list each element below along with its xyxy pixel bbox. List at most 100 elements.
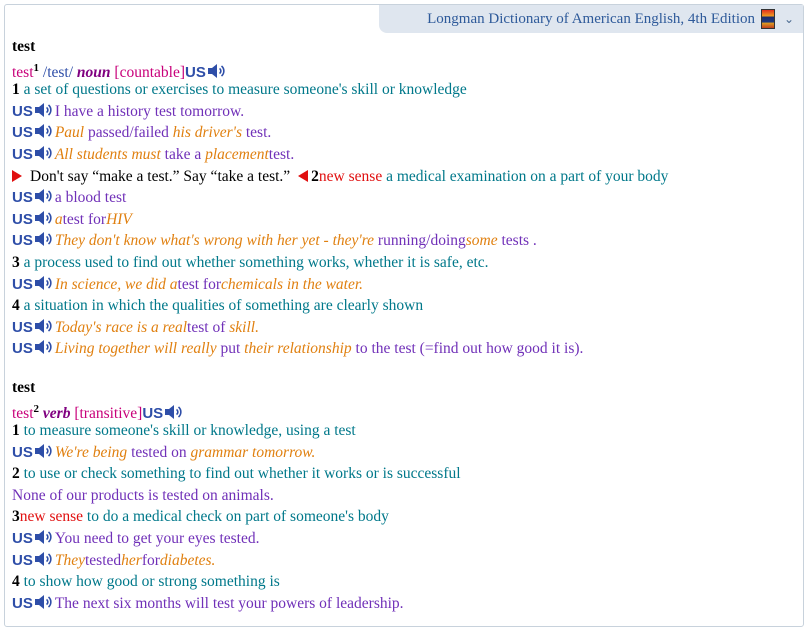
us-label: US <box>12 530 33 548</box>
us-label: US <box>12 232 33 250</box>
collocation: to the test (=find out how good it is). <box>351 340 584 358</box>
speaker-icon <box>34 210 52 225</box>
entry-word: test <box>12 404 34 422</box>
sense-definition: 1 a set of questions or exercises to mea… <box>12 79 802 101</box>
definition: to measure someone's skill or knowledge,… <box>23 422 356 440</box>
example-text: his driver's <box>172 124 242 142</box>
audio-us-button[interactable]: US <box>12 528 55 550</box>
collocation: test. <box>242 124 272 142</box>
collocation: tested <box>84 551 122 569</box>
example: US I have a history test tomorrow. <box>12 101 802 123</box>
example-text: their relationship <box>244 340 352 358</box>
audio-us-button[interactable]: US <box>12 274 55 296</box>
title-bar: Longman Dictionary of American English, … <box>379 5 803 33</box>
new-sense-label: new sense <box>318 167 383 185</box>
definition: a situation in which the qualities of so… <box>23 297 424 315</box>
speaker-icon <box>34 275 52 290</box>
example: US In science, we did atest forchemicals … <box>12 274 802 296</box>
speaker-icon <box>165 404 182 419</box>
chevron-down-icon[interactable]: ⌄ <box>781 11 797 27</box>
audio-us-button[interactable]: US <box>12 122 55 144</box>
collocation: test. <box>268 145 295 163</box>
audio-us-button[interactable]: US <box>12 593 55 615</box>
definition: a medical examination on a part of your … <box>382 167 669 185</box>
speaker-icon <box>34 232 52 247</box>
sense-number: 2 <box>311 167 319 185</box>
example-text: Living together will really <box>54 340 217 358</box>
speaker-icon <box>34 124 52 139</box>
example-text: They <box>54 551 85 569</box>
entry-headword: test <box>12 36 802 58</box>
us-label: US <box>12 210 33 228</box>
definition: a process used to find out whether somet… <box>23 253 489 271</box>
usage-note-line: Don't say “make a test.” Say “take a tes… <box>12 166 802 188</box>
dictionary-book-icon[interactable] <box>761 9 775 29</box>
speaker-icon <box>207 63 225 78</box>
audio-us-button[interactable]: US <box>12 442 55 464</box>
example: US Today's race is a realtest of skill. <box>12 317 802 339</box>
example-text: skill. <box>229 318 259 336</box>
definition: to do a medical check on part of someone… <box>83 508 389 526</box>
sense-definition: 2 to use or check something to find out … <box>12 463 802 485</box>
entry-header: test1 /test/ noun [countable]US <box>12 58 802 81</box>
example-text: Paul <box>54 124 85 142</box>
definition: to show how good or strong something is <box>23 573 280 591</box>
usage-note: Don't say “make a test.” Say “take a tes… <box>30 167 291 185</box>
us-label: US <box>12 594 33 612</box>
us-label: US <box>12 340 33 358</box>
example: US You need to get your eyes tested. <box>12 528 802 550</box>
entry-content: test test1 /test/ noun [countable]US 1 a… <box>12 36 802 614</box>
collocation: test for <box>177 275 221 293</box>
example: US The next six months will test your pow… <box>12 593 802 615</box>
us-label: US <box>12 275 33 293</box>
part-of-speech: verb <box>42 404 71 422</box>
speaker-icon <box>34 340 52 355</box>
audio-us-button[interactable]: US <box>12 338 55 360</box>
audio-us-button[interactable]: US <box>12 550 55 572</box>
example-text: The next six months will test your power… <box>54 594 404 612</box>
audio-us-button[interactable]: US <box>12 187 55 209</box>
example-text: a <box>54 210 63 228</box>
audio-us-button[interactable]: US <box>12 209 55 231</box>
pronunciation: /test/ <box>42 63 74 81</box>
example-text: chemicals in the water. <box>221 275 364 293</box>
sense-definition: 3 a process used to find out whether som… <box>12 252 802 274</box>
example-text: Today's race is a real <box>54 318 188 336</box>
example-text: All students must <box>54 145 161 163</box>
collocation: for <box>141 551 160 569</box>
homograph-number: 1 <box>33 61 40 74</box>
speaker-icon <box>34 443 52 458</box>
example-text: HIV <box>106 210 132 228</box>
speaker-icon <box>34 102 52 117</box>
entry-separator <box>12 360 802 377</box>
collocation: passed/failed <box>84 124 173 142</box>
speaker-icon <box>34 594 52 609</box>
example-text: In science, we did a <box>54 275 178 293</box>
sense-number: 1 <box>12 422 20 440</box>
audio-us-button[interactable]: US <box>12 317 55 339</box>
us-label: US <box>12 102 33 120</box>
example: US We're being tested on grammar tomorrow… <box>12 442 802 464</box>
grammar-label: [countable] <box>114 63 185 81</box>
audio-us-button[interactable]: US <box>12 101 55 123</box>
example-text: a blood test <box>54 189 127 207</box>
sense-definition: 4 a situation in which the qualities of … <box>12 295 802 317</box>
example-text: They don't know what's wrong with her ye… <box>54 232 375 250</box>
example: US Theytestedherfordiabetes. <box>12 550 802 572</box>
audio-us-button[interactable]: US <box>12 230 55 252</box>
entry-word: test <box>12 63 34 81</box>
collocation: test for <box>62 210 107 228</box>
example: US a blood test <box>12 187 802 209</box>
audio-us-button[interactable]: US <box>12 144 55 166</box>
example-text: placement <box>205 145 269 163</box>
entry-headword: test <box>12 377 802 399</box>
homograph-number: 2 <box>33 402 40 415</box>
us-label: US <box>12 551 33 569</box>
dictionary-title: Longman Dictionary of American English, … <box>427 10 755 27</box>
speaker-icon <box>34 318 52 333</box>
example-text: You need to get your eyes tested. <box>54 530 260 548</box>
entry-header: test2 verb [transitive]US <box>12 399 802 422</box>
part-of-speech: noun <box>76 63 111 81</box>
definition: a set of questions or exercises to measu… <box>23 81 467 99</box>
example-text: diabetes. <box>159 551 216 569</box>
